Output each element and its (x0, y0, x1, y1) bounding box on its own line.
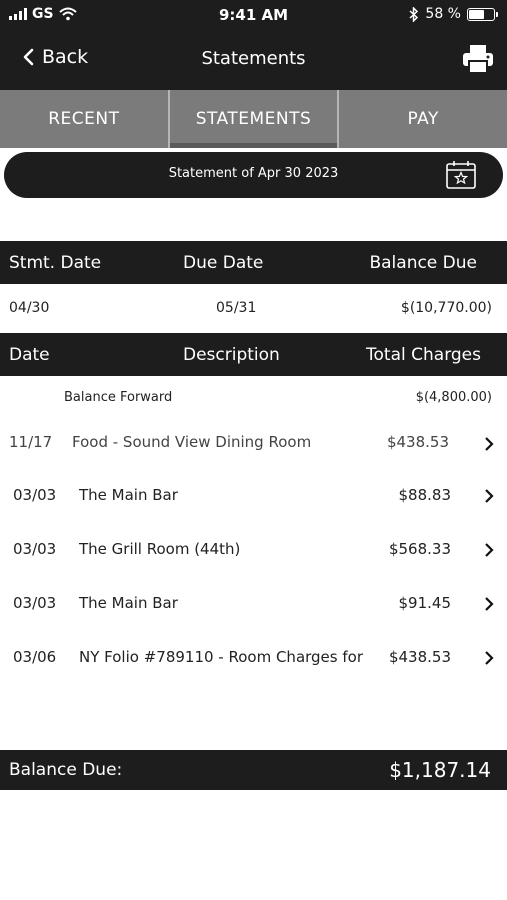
stmt-date-header: Stmt. Date (9, 253, 102, 273)
transaction-amount: $91.45 (398, 594, 452, 612)
nav-bar: Back Statements (0, 30, 507, 90)
transaction-row[interactable]: 03/03 The Main Bar $91.45 (0, 594, 507, 616)
balance-due-amount: $1,187.14 (389, 758, 491, 782)
transaction-row[interactable]: 03/03 The Grill Room (44th) $568.33 (0, 540, 507, 562)
transaction-date: 03/03 (13, 594, 57, 612)
transaction-row[interactable]: 03/03 The Main Bar $88.83 (0, 486, 507, 508)
balance-due-value: $(10,770.00) (400, 300, 492, 316)
transaction-amount: $568.33 (388, 540, 451, 558)
transactions-header: Date Description Total Charges (0, 333, 507, 376)
summary-header: Stmt. Date Due Date Balance Due (0, 241, 507, 284)
statement-picker[interactable]: Statement of Apr 30 2023 (4, 152, 503, 198)
chevron-right-icon[interactable] (483, 543, 495, 557)
transaction-amount: $438.53 (386, 433, 449, 451)
chevron-right-icon[interactable] (483, 651, 495, 665)
transaction-row[interactable]: 03/06 NY Folio #789110 - Room Charges fo… (0, 648, 507, 670)
battery-icon (467, 7, 498, 21)
date-header: Date (9, 345, 50, 365)
transaction-date: 11/17 (9, 433, 53, 451)
total-charges-header: Total Charges (366, 345, 481, 365)
chevron-right-icon[interactable] (483, 437, 495, 451)
transaction-description: The Main Bar (79, 594, 178, 612)
status-bar: GS 9:41 AM 58 % (0, 0, 507, 30)
bluetooth-icon (409, 6, 419, 22)
transaction-date: 03/03 (13, 540, 57, 558)
stmt-date-value: 04/30 (9, 300, 50, 316)
summary-row: 04/30 05/31 $(10,770.00) (0, 300, 507, 320)
balance-due-label: Balance Due: (9, 760, 123, 780)
transaction-date: 03/06 (13, 648, 57, 666)
transaction-description: Food - Sound View Dining Room (72, 433, 312, 451)
back-button[interactable]: Back (22, 46, 88, 68)
calendar-star-icon[interactable] (445, 160, 477, 190)
chevron-right-icon[interactable] (483, 489, 495, 503)
battery-percent: 58 % (425, 6, 461, 22)
tab-bar: RECENT STATEMENTS PAY (0, 90, 507, 148)
printer-icon[interactable] (461, 42, 495, 76)
back-label: Back (42, 46, 89, 68)
transaction-amount: $438.53 (388, 648, 451, 666)
status-right: 58 % (409, 6, 498, 22)
due-date-header: Due Date (183, 253, 264, 273)
chevron-right-icon[interactable] (483, 597, 495, 611)
transaction-description: The Main Bar (79, 486, 178, 504)
transaction-amount: $88.83 (398, 486, 452, 504)
balance-due-header: Balance Due (369, 253, 477, 273)
transaction-row[interactable]: 11/17 Food - Sound View Dining Room $438… (0, 433, 507, 455)
balance-forward-label: Balance Forward (64, 390, 173, 405)
statement-picker-label: Statement of Apr 30 2023 (168, 166, 339, 181)
balance-due-bar: Balance Due: $1,187.14 (0, 750, 507, 790)
description-header: Description (183, 345, 280, 365)
transaction-description: NY Folio #789110 - Room Charges for (79, 648, 363, 666)
transaction-description: The Grill Room (44th) (79, 540, 241, 558)
balance-forward-row: Balance Forward $(4,800.00) (0, 390, 507, 410)
balance-forward-amount: $(4,800.00) (415, 390, 492, 405)
tab-pay[interactable]: PAY (339, 90, 507, 148)
transaction-date: 03/03 (13, 486, 57, 504)
due-date-value: 05/31 (216, 300, 257, 316)
chevron-left-icon (23, 48, 34, 66)
battery-fill (469, 9, 485, 19)
tab-statements[interactable]: STATEMENTS (169, 90, 340, 148)
tab-recent[interactable]: RECENT (0, 90, 170, 148)
